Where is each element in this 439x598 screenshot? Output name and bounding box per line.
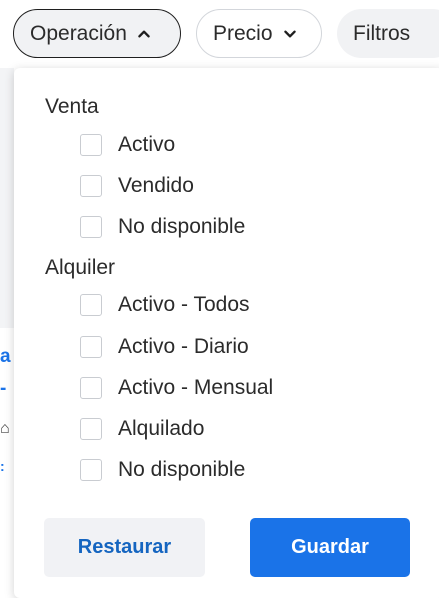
- checkbox-label: Vendido: [118, 174, 194, 197]
- checkbox-label: Activo: [118, 133, 176, 156]
- background-listing-title: a u: [0, 346, 14, 367]
- checkbox-venta-no-disponible[interactable]: No disponible: [80, 215, 245, 239]
- venta-section-title: Venta: [45, 95, 99, 118]
- checkbox-alquiler-alquilado[interactable]: Alquilado: [80, 417, 204, 441]
- checkbox-box[interactable]: [80, 294, 102, 316]
- checkbox-label: No disponible: [118, 458, 246, 481]
- checkbox-venta-vendido[interactable]: Vendido: [80, 174, 194, 198]
- checkbox-box[interactable]: [80, 377, 102, 399]
- checkbox-alquiler-activo-todos[interactable]: Activo - Todos: [80, 293, 250, 317]
- checkbox-box[interactable]: [80, 459, 102, 481]
- checkbox-box[interactable]: [80, 134, 102, 156]
- precio-filter-button[interactable]: Precio: [196, 9, 322, 58]
- operacion-filter-label: Operación: [30, 21, 127, 45]
- checkbox-alquiler-no-disponible[interactable]: No disponible: [80, 458, 245, 482]
- alquiler-section-title: Alquiler: [45, 256, 116, 279]
- reset-button[interactable]: Restaurar: [44, 518, 205, 577]
- checkbox-alquiler-activo-diario[interactable]: Activo - Diario: [80, 335, 249, 359]
- chevron-down-icon: [283, 30, 296, 37]
- filtros-button[interactable]: Filtros: [337, 9, 439, 58]
- checkbox-box[interactable]: [80, 336, 102, 358]
- filter-bar: Operación Precio Filtros: [0, 0, 439, 68]
- background-listing-subtitle: -: [0, 378, 7, 399]
- checkbox-alquiler-activo-mensual[interactable]: Activo - Mensual: [80, 376, 273, 400]
- checkbox-label: Activo - Mensual: [118, 376, 274, 399]
- checkbox-box[interactable]: [80, 216, 102, 238]
- background-fragment: :: [0, 458, 5, 474]
- filtros-label: Filtros: [353, 21, 411, 45]
- chevron-up-icon: [138, 30, 150, 37]
- operacion-dropdown: Venta Activo Vendido No disponible Alqui…: [14, 68, 439, 598]
- checkbox-venta-activo[interactable]: Activo: [80, 133, 175, 157]
- save-button[interactable]: Guardar: [250, 518, 410, 577]
- checkbox-box[interactable]: [80, 418, 102, 440]
- operacion-filter-button[interactable]: Operación: [13, 9, 181, 58]
- checkbox-box[interactable]: [80, 175, 102, 197]
- background-sofa-icon: ⌂: [0, 420, 10, 437]
- checkbox-label: Activo - Todos: [118, 293, 250, 316]
- precio-filter-label: Precio: [213, 21, 273, 45]
- checkbox-label: Alquilado: [118, 417, 205, 440]
- checkbox-label: No disponible: [118, 215, 246, 238]
- checkbox-label: Activo - Diario: [118, 335, 249, 358]
- background-hero: [0, 68, 14, 328]
